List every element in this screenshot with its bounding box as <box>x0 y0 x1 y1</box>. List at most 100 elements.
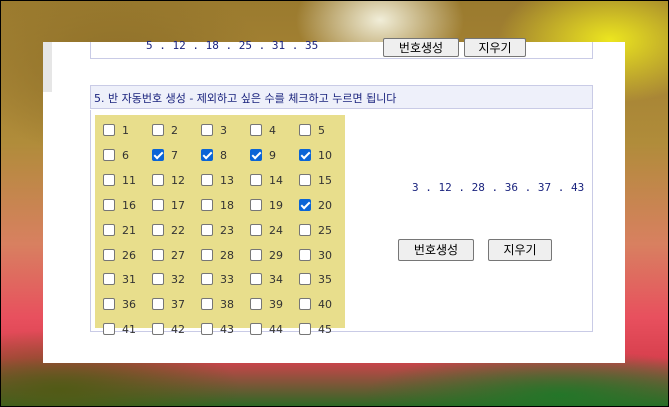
number-checkbox[interactable] <box>201 124 213 136</box>
number-option: 29 <box>250 247 298 267</box>
number-checkbox[interactable] <box>103 298 115 310</box>
number-checkbox[interactable] <box>299 323 311 335</box>
number-option: 20 <box>299 197 347 217</box>
number-label: 44 <box>269 323 283 336</box>
number-checkbox[interactable] <box>250 224 262 236</box>
number-checkbox[interactable] <box>250 323 262 335</box>
number-label: 17 <box>171 199 185 212</box>
number-label: 11 <box>122 174 136 187</box>
number-option: 13 <box>201 172 249 192</box>
number-checkbox[interactable] <box>250 298 262 310</box>
number-label: 2 <box>171 124 178 137</box>
number-label: 38 <box>220 298 234 311</box>
number-label: 9 <box>269 149 276 162</box>
number-label: 12 <box>171 174 185 187</box>
number-checkbox[interactable] <box>103 224 115 236</box>
number-option: 33 <box>201 271 249 291</box>
number-option: 31 <box>103 271 151 291</box>
number-label: 41 <box>122 323 136 336</box>
number-option: 42 <box>152 321 200 341</box>
number-option: 26 <box>103 247 151 267</box>
number-label: 43 <box>220 323 234 336</box>
number-option: 25 <box>299 222 347 242</box>
section5-title: 5. 반 자동번호 생성 - 제외하고 싶은 수를 체크하고 누르면 됩니다 <box>94 92 397 105</box>
number-checkbox[interactable] <box>152 298 164 310</box>
number-checkbox[interactable] <box>201 199 213 211</box>
number-label: 45 <box>318 323 332 336</box>
number-label: 24 <box>269 224 283 237</box>
number-checkbox[interactable] <box>299 249 311 261</box>
number-checkbox[interactable] <box>201 273 213 285</box>
number-checkbox[interactable] <box>299 224 311 236</box>
number-label: 33 <box>220 273 234 286</box>
number-option: 22 <box>152 222 200 242</box>
number-checkbox[interactable] <box>250 273 262 285</box>
number-option: 4 <box>250 122 298 142</box>
number-option: 27 <box>152 247 200 267</box>
number-checkbox[interactable] <box>250 174 262 186</box>
number-option: 5 <box>299 122 347 142</box>
number-label: 42 <box>171 323 185 336</box>
number-checkbox[interactable] <box>201 149 213 161</box>
number-option: 37 <box>152 296 200 316</box>
number-checkbox[interactable] <box>201 224 213 236</box>
number-checkbox[interactable] <box>299 298 311 310</box>
number-checkbox[interactable] <box>152 224 164 236</box>
number-checkbox[interactable] <box>250 149 262 161</box>
number-checkbox[interactable] <box>250 249 262 261</box>
number-label: 32 <box>171 273 185 286</box>
number-label: 26 <box>122 249 136 262</box>
number-option: 14 <box>250 172 298 192</box>
number-option: 30 <box>299 247 347 267</box>
number-checkbox[interactable] <box>103 124 115 136</box>
number-checkbox[interactable] <box>103 174 115 186</box>
number-option: 43 <box>201 321 249 341</box>
number-checkbox[interactable] <box>201 174 213 186</box>
number-label: 27 <box>171 249 185 262</box>
number-checkbox[interactable] <box>152 124 164 136</box>
number-label: 3 <box>220 124 227 137</box>
number-label: 14 <box>269 174 283 187</box>
number-checkbox[interactable] <box>103 273 115 285</box>
number-option: 38 <box>201 296 249 316</box>
number-checkbox[interactable] <box>299 149 311 161</box>
number-checkbox[interactable] <box>103 249 115 261</box>
number-option: 23 <box>201 222 249 242</box>
number-checkbox[interactable] <box>299 273 311 285</box>
number-checkbox[interactable] <box>299 199 311 211</box>
previous-generate-button[interactable]: 번호생성 <box>383 38 459 57</box>
number-checkbox[interactable] <box>152 174 164 186</box>
number-checkbox[interactable] <box>250 199 262 211</box>
number-option: 34 <box>250 271 298 291</box>
number-checkbox[interactable] <box>103 323 115 335</box>
number-checkbox[interactable] <box>201 323 213 335</box>
number-option: 15 <box>299 172 347 192</box>
number-checkbox[interactable] <box>152 199 164 211</box>
number-checkbox[interactable] <box>201 298 213 310</box>
page-side-strip <box>43 42 52 92</box>
number-checkbox[interactable] <box>103 199 115 211</box>
number-checkbox[interactable] <box>250 124 262 136</box>
number-label: 5 <box>318 124 325 137</box>
number-checkbox[interactable] <box>152 149 164 161</box>
number-label: 20 <box>318 199 332 212</box>
number-label: 25 <box>318 224 332 237</box>
previous-clear-button[interactable]: 지우기 <box>464 38 526 57</box>
number-label: 10 <box>318 149 332 162</box>
generated-numbers: 3 . 12 . 28 . 36 . 37 . 43 <box>412 181 585 194</box>
number-label: 15 <box>318 174 332 187</box>
number-option: 28 <box>201 247 249 267</box>
previous-result-numbers: 5 . 12 . 18 . 25 . 31 . 35 <box>146 39 319 52</box>
number-checkbox[interactable] <box>201 249 213 261</box>
number-checkbox[interactable] <box>103 149 115 161</box>
clear-button[interactable]: 지우기 <box>488 239 552 261</box>
number-checkbox[interactable] <box>152 249 164 261</box>
number-checkbox[interactable] <box>152 323 164 335</box>
number-checkbox[interactable] <box>152 273 164 285</box>
number-label: 19 <box>269 199 283 212</box>
number-label: 39 <box>269 298 283 311</box>
number-checkbox[interactable] <box>299 174 311 186</box>
number-checkbox[interactable] <box>299 124 311 136</box>
generate-button[interactable]: 번호생성 <box>398 239 474 261</box>
number-option: 24 <box>250 222 298 242</box>
